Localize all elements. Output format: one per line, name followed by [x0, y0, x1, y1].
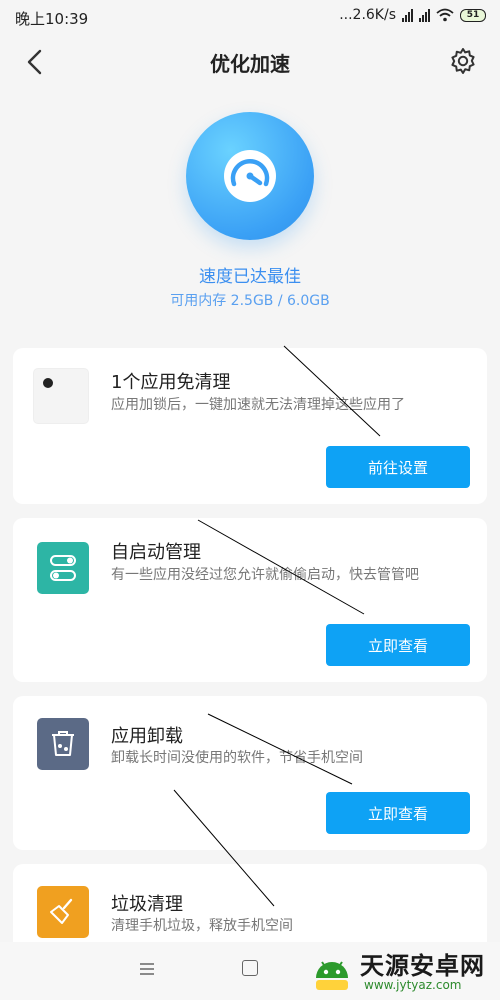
toggle-icon	[37, 542, 89, 594]
toggle-glyph-icon	[50, 555, 76, 581]
network-speed: ...2.6K/s	[339, 7, 396, 23]
card-desc: 应用加锁后，一键加速就无法清理掉这些应用了	[111, 397, 405, 413]
android-logo-icon	[316, 961, 348, 990]
broom-icon	[37, 886, 89, 938]
watermark-url: www.jytyaz.com	[364, 978, 462, 992]
view-uninstall-button[interactable]: 立即查看	[326, 792, 470, 834]
app-dot-icon	[43, 378, 53, 388]
wifi-icon	[436, 8, 454, 22]
view-autostart-button[interactable]: 立即查看	[326, 624, 470, 666]
card-title: 应用卸载	[111, 726, 183, 747]
status-time: 晚上10:39	[15, 10, 89, 28]
page-title: 优化加速	[210, 52, 290, 76]
speed-status: 速度已达最佳	[199, 267, 301, 287]
header: 优化加速	[0, 32, 500, 92]
speed-gauge	[186, 112, 314, 240]
watermark: 天源安卓网 www.jytyaz.com	[308, 944, 494, 998]
card-desc: 卸载长时间没使用的软件，节省手机空间	[111, 750, 363, 766]
lock-app-icon	[33, 368, 89, 424]
menu-icon[interactable]	[138, 960, 156, 978]
home-icon[interactable]	[242, 960, 258, 976]
signal-icon	[419, 8, 430, 22]
speedometer-icon	[224, 150, 276, 202]
broom-glyph-icon	[50, 898, 73, 924]
trash-icon	[37, 718, 89, 770]
status-bar: 晚上10:39 ...2.6K/s 51	[0, 0, 500, 32]
card-whitelist: 1个应用免清理 应用加锁后，一键加速就无法清理掉这些应用了 前往设置	[13, 348, 487, 504]
card-title: 1个应用免清理	[111, 372, 231, 393]
memory-info: 可用内存 2.5GB / 6.0GB	[170, 293, 330, 309]
gear-icon[interactable]	[448, 46, 478, 76]
signal-icon	[402, 8, 413, 22]
card-uninstall: 应用卸载 卸载长时间没使用的软件，节省手机空间 立即查看	[13, 696, 487, 850]
go-settings-button[interactable]: 前往设置	[326, 446, 470, 488]
watermark-title: 天源安卓网	[360, 952, 485, 980]
status-indicators: ...2.6K/s 51	[339, 7, 486, 23]
card-autostart: 自启动管理 有一些应用没经过您允许就偷偷启动，快去管管吧 立即查看	[13, 518, 487, 682]
card-desc: 清理手机垃圾，释放手机空间	[111, 918, 293, 934]
battery-level: 51	[466, 10, 480, 20]
trash-glyph-icon	[52, 731, 74, 756]
card-title: 垃圾清理	[111, 894, 183, 915]
battery-icon: 51	[460, 8, 486, 22]
card-desc: 有一些应用没经过您允许就偷偷启动，快去管管吧	[111, 567, 419, 583]
card-title: 自启动管理	[111, 542, 201, 563]
